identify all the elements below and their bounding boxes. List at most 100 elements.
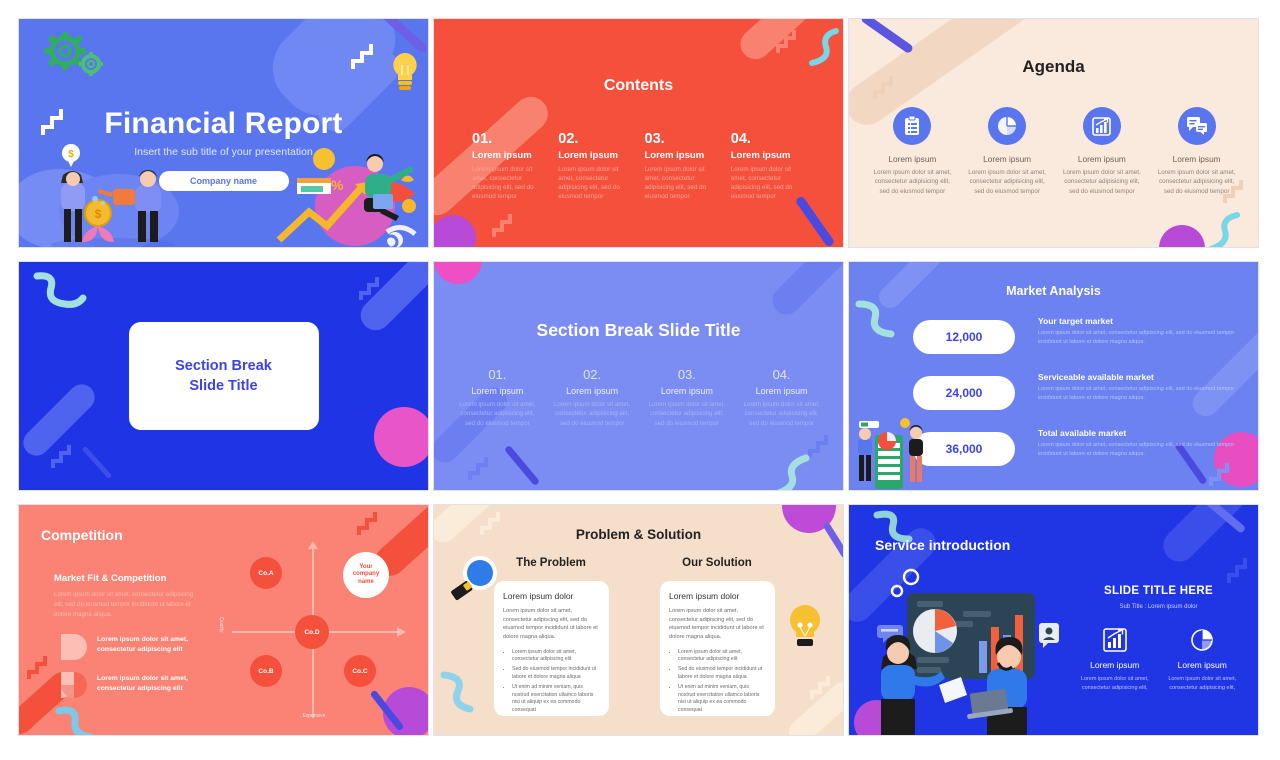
agenda-item[interactable]: Lorem ipsum Lorem ipsum dolor sit amet, … <box>1055 107 1150 196</box>
contents-item[interactable]: 02. Lorem ipsum Lorem ipsum dolor sit am… <box>558 131 634 202</box>
contents-item[interactable]: 03. Lorem ipsum Lorem ipsum dolor sit am… <box>645 131 721 202</box>
service-item[interactable]: Lorem ipsum Lorem ipsum dolor sit amet, … <box>1071 627 1159 692</box>
section-item[interactable]: 03. Lorem ipsum Lorem ipsum dolor sit am… <box>640 367 735 428</box>
pie-chart-icon <box>1159 627 1247 653</box>
decor-zigzag <box>1227 558 1247 583</box>
market-heading: Serviceable available market <box>1038 372 1154 382</box>
chart-x-axis-label: Expensive <box>302 713 326 719</box>
competitor-node[interactable]: Co.C <box>344 655 376 687</box>
gears-icon <box>44 32 103 76</box>
item-label: Lorem ipsum <box>660 386 713 396</box>
decor-zigzag <box>27 656 47 679</box>
competition-bullet: Lorem ipsum dolor sit amet, consectetur … <box>97 675 189 693</box>
solution-column-heading: Our Solution <box>682 557 752 569</box>
slide-8-title: Problem & Solution <box>575 527 702 542</box>
market-row: 36,000 Total available market Lorem ipsu… <box>913 428 1249 466</box>
item-text: Lorem ipsum dolor sit amet, consectetur … <box>968 169 1046 195</box>
decor-pencil <box>794 195 836 247</box>
slide-1-financial-report[interactable]: Financial Report Insert the sub title of… <box>18 18 429 248</box>
slide-6-market-analysis[interactable]: Market Analysis 12,000 Your target marke… <box>848 261 1259 491</box>
decor-zigzag <box>357 512 377 535</box>
contents-item[interactable]: 04. Lorem ipsum Lorem ipsum dolor sit am… <box>731 131 807 202</box>
market-row: 24,000 Serviceable available market Lore… <box>913 372 1249 410</box>
slide-5-section-break-light[interactable]: Section Break Slide Title 01. Lorem ipsu… <box>433 261 844 491</box>
card-bullet-list: Lorem ipsum dolor sit amet, consectetur … <box>512 649 600 715</box>
item-label: Lorem ipsum <box>730 150 791 161</box>
item-label: Lorem ipsum <box>755 386 808 396</box>
section-item[interactable]: 02. Lorem ipsum Lorem ipsum dolor sit am… <box>545 367 640 428</box>
item-number: 03. <box>677 367 696 382</box>
item-text: Lorem ipsum dolor sit amet, consectetur … <box>730 166 793 201</box>
slide-2-contents[interactable]: Contents 01. Lorem ipsum Lorem ipsum dol… <box>433 18 844 248</box>
market-text: Lorem ipsum dolor sit amet, consectetur … <box>1038 330 1235 345</box>
competition-bullet: Lorem ipsum dolor sit amet, consectetur … <box>97 636 189 654</box>
section-break-columns: 01. Lorem ipsum Lorem ipsum dolor sit am… <box>450 367 829 428</box>
decor-zigzag <box>468 457 488 480</box>
slide-3-agenda[interactable]: Agenda Lorem ipsum Lorem ipsum dolor sit… <box>848 18 1259 248</box>
decor-diagonal-bar <box>354 262 428 337</box>
market-text: Lorem ipsum dolor sit amet, consectetur … <box>1038 442 1235 457</box>
section-item[interactable]: 01. Lorem ipsum Lorem ipsum dolor sit am… <box>450 367 545 428</box>
problem-column-heading: The Problem <box>516 557 586 569</box>
decor-circle <box>854 700 899 735</box>
competitor-node[interactable]: Co.B <box>250 655 282 687</box>
problem-card: Lorem ipsum dolor Lorem ipsum dolor sit … <box>494 581 609 716</box>
section-item[interactable]: 04. Lorem ipsum Lorem ipsum dolor sit am… <box>734 367 829 428</box>
agenda-item[interactable]: Lorem ipsum Lorem ipsum dolor sit amet, … <box>865 107 960 196</box>
competitor-node[interactable]: Co.D <box>295 615 329 649</box>
slide-9-title: Service introduction <box>875 537 1011 553</box>
market-info: Total available market Lorem ipsum dolor… <box>1038 428 1248 458</box>
decor-pencil <box>859 19 915 55</box>
decor-zigzag <box>810 676 830 699</box>
card-bullet: Ut enim ad minim veniam, quis nostrud ex… <box>678 684 766 715</box>
decor-circle <box>434 262 482 284</box>
market-info: Serviceable available market Lorem ipsum… <box>1038 372 1248 402</box>
market-value: 12,000 <box>913 320 1015 354</box>
bar-chart-growth-icon <box>1071 627 1159 653</box>
contents-item[interactable]: 01. Lorem ipsum Lorem ipsum dolor sit am… <box>472 131 548 202</box>
decor-circle <box>383 687 428 735</box>
slide-7-competition[interactable]: Competition Market Fit & Competition Lor… <box>18 504 429 736</box>
agenda-item[interactable]: Lorem ipsum Lorem ipsum dolor sit amet, … <box>960 107 1055 196</box>
decor-pencil <box>503 444 541 487</box>
chart-y-axis-label: Quality <box>218 617 224 633</box>
item-label: Lorem ipsum <box>471 386 524 396</box>
growth-rocket-illustration: % <box>276 148 417 247</box>
decor-diagonal-bar <box>19 667 79 735</box>
item-text: Lorem ipsum dolor sit amet, consectetur … <box>558 166 620 201</box>
item-number: 02. <box>583 367 602 382</box>
competition-heading: Market Fit & Competition <box>54 573 167 584</box>
slide-7-title: Competition <box>41 527 123 543</box>
item-number: 04. <box>730 131 751 147</box>
decor-curve <box>809 28 839 66</box>
slide-9-service-introduction[interactable]: Service introduction SLIDE TITLE HERE Su… <box>848 504 1259 736</box>
agenda-item[interactable]: Lorem ipsum Lorem ipsum dolor sit amet, … <box>1149 107 1244 196</box>
card-title: Lorem ipsum dolor <box>669 591 740 601</box>
service-item[interactable]: Lorem ipsum Lorem ipsum dolor sit amet, … <box>1159 627 1247 692</box>
item-label: Lorem ipsum <box>1090 660 1140 670</box>
slide-8-problem-solution[interactable]: Problem & Solution The Problem Our Solut… <box>433 504 844 736</box>
slide-3-title: Agenda <box>1022 57 1085 76</box>
your-company-node[interactable]: Your company name <box>343 552 389 598</box>
slide-1-subtitle: Insert the sub title of your presentatio… <box>134 146 313 158</box>
decor-zigzag <box>492 214 512 237</box>
card-bullet-list: Lorem ipsum dolor sit amet, consectetur … <box>678 649 766 715</box>
competitor-node[interactable]: Co.A <box>250 557 282 589</box>
market-heading: Total available market <box>1038 428 1127 438</box>
item-text: Lorem ipsum dolor sit amet, consectetur … <box>648 401 726 427</box>
slide-6-title: Market Analysis <box>1006 284 1101 298</box>
item-text: Lorem ipsum dolor sit amet, consectetur … <box>644 166 707 201</box>
decor-diagonal-bar <box>19 378 101 462</box>
decor-pencil <box>81 445 113 480</box>
clipboard-checklist-icon <box>893 107 932 145</box>
decor-squiggle <box>776 454 810 490</box>
slide-4-section-break-dark[interactable]: Section Break Slide Title <box>18 261 429 491</box>
section-break-card: Section Break Slide Title <box>128 322 319 430</box>
item-label: Lorem ipsum <box>1172 154 1221 164</box>
chat-bubbles-icon <box>1177 107 1216 145</box>
item-label: Lorem ipsum <box>558 150 618 161</box>
card-bullet: Lorem ipsum dolor sit amet, consectetur … <box>678 649 766 665</box>
item-label: Lorem ipsum <box>1077 154 1126 164</box>
company-name-button[interactable]: Company name <box>158 171 289 191</box>
item-text: Lorem ipsum dolor sit amet, consectetur … <box>1063 169 1141 195</box>
